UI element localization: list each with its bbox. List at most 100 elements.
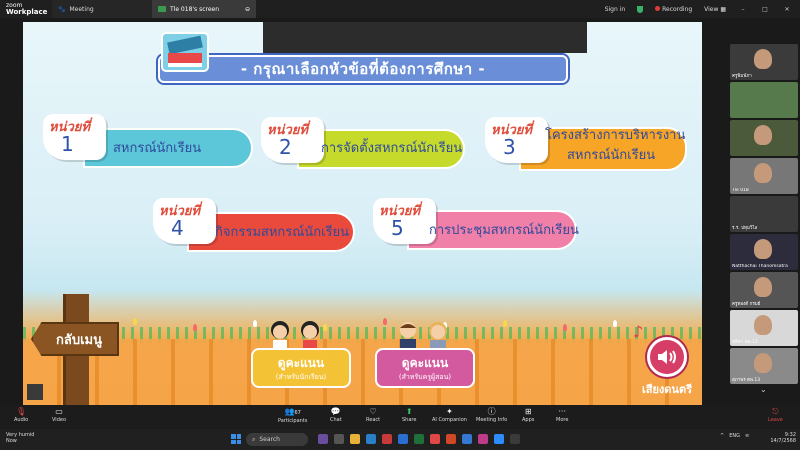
minimize-icon[interactable]: – <box>738 6 748 13</box>
excel-icon[interactable] <box>414 434 424 444</box>
fence-decoration <box>23 339 702 405</box>
file-explorer-icon[interactable] <box>350 434 360 444</box>
apps-icon: ⊞ <box>524 407 532 416</box>
tab-meeting[interactable]: 🐾 Meeting <box>52 0 152 18</box>
view-button[interactable]: View ▦ <box>704 6 726 13</box>
language-indicator[interactable]: ENG <box>729 433 740 439</box>
participant-tile[interactable] <box>730 82 798 118</box>
recording-indicator[interactable]: Recording <box>655 5 693 13</box>
zoom-logo-line2: Workplace <box>6 7 48 16</box>
unit-4-button[interactable]: หน่วยที่ 4 กิจกรรมสหกรณ์นักเรียน <box>153 198 358 254</box>
windows-start-icon[interactable] <box>231 434 241 444</box>
back-to-menu-button[interactable]: กลับเมนู <box>31 322 119 356</box>
zoom-icon[interactable] <box>494 434 504 444</box>
unit-1-button[interactable]: หน่วยที่ 1 สหกรณ์นักเรียน <box>43 114 253 168</box>
score-teacher-title: ดูคะแนน <box>401 356 449 370</box>
more-button[interactable]: ··· More <box>556 407 568 423</box>
back-to-menu-label: กลับเมนู <box>56 332 102 348</box>
unit-5-tag: หน่วยที่ 5 <box>373 198 436 244</box>
music-toggle-button[interactable] <box>647 337 687 377</box>
system-tray: ^ ENG ≋ <box>720 433 749 439</box>
apps-label: Apps <box>522 417 535 423</box>
unit-2-number: 2 <box>279 135 292 159</box>
leave-icon: ⎋ <box>772 407 779 416</box>
participant-video <box>754 277 772 297</box>
taskbar-clock[interactable]: 9:32 14/7/2568 <box>768 432 796 444</box>
react-button[interactable]: ♡ React <box>366 407 380 423</box>
unit-5-button[interactable]: หน่วยที่ 5 การประชุมสหกรณ์นักเรียน <box>373 198 579 254</box>
unit-3-number: 3 <box>503 135 516 159</box>
participants-icon: 👥67 <box>284 407 301 416</box>
unit-2-button[interactable]: หน่วยที่ 2 การจัดตั้งสหกรณ์นักเรียน <box>261 117 466 169</box>
participant-tile[interactable]: Tle 018 <box>730 158 798 194</box>
taskbar-app-icon[interactable] <box>478 434 488 444</box>
participant-tile[interactable] <box>730 120 798 156</box>
music-note-icon: ♪ <box>633 322 644 341</box>
search-icon: ⌕ <box>252 435 256 443</box>
participant-tile[interactable]: Natthachai Thanomsatra <box>730 234 798 270</box>
audio-label: Audio <box>14 417 29 423</box>
view-label: View <box>704 5 719 13</box>
view-score-teacher-button[interactable]: ดูคะแนน (สำหรับครูผู้สอน) <box>375 348 475 388</box>
share-icon: ⬆ <box>405 407 413 416</box>
participant-tile[interactable]: ครูทองดี กรมย์ <box>730 272 798 308</box>
audio-button[interactable]: 🎙 Audio <box>14 407 28 423</box>
close-icon[interactable]: ✕ <box>782 6 792 13</box>
participant-video <box>754 163 772 183</box>
slide-control-square[interactable] <box>27 384 43 400</box>
tab-options-icon[interactable]: ⊖ <box>245 6 250 13</box>
participant-name: ชลิดา ตพ.13 <box>732 340 758 345</box>
participants-label: Participants <box>278 418 308 424</box>
unit-3-button[interactable]: หน่วยที่ 3 โครงสร้างการบริหารงาน สหกรณ์น… <box>485 117 690 173</box>
security-shield-icon[interactable] <box>637 5 644 13</box>
taskbar-app-icon[interactable] <box>382 434 392 444</box>
wifi-icon[interactable]: ≋ <box>745 433 749 439</box>
meeting-info-button[interactable]: ⓘ Meeting Info <box>476 407 507 423</box>
video-button[interactable]: ▭ Video <box>52 407 66 423</box>
weather-widget[interactable]: Very humid Now <box>6 432 34 444</box>
unit-5-number: 5 <box>391 216 404 240</box>
unit-3-tag: หน่วยที่ 3 <box>485 117 548 163</box>
unit-2-tag: หน่วยที่ 2 <box>261 117 324 163</box>
view-score-student-button[interactable]: ดูคะแนน (สำหรับนักเรียน) <box>251 348 351 388</box>
tab-shared-screen[interactable]: Tle 018's screen ⊖ <box>152 0 256 18</box>
meeting-toolbar: 🎙 Audio ▭ Video 👥67 Participants 💬 Chat ♡ Rea… <box>0 405 800 428</box>
sign-in-link[interactable]: Sign in <box>605 6 625 13</box>
zoom-logo: zoom Workplace <box>0 2 52 16</box>
taskbar-app-icon[interactable] <box>462 434 472 444</box>
taskbar-app-icon[interactable] <box>318 434 328 444</box>
word-icon[interactable] <box>398 434 408 444</box>
music-label: เสียงดนตรี <box>641 383 692 396</box>
edge-icon[interactable] <box>366 434 376 444</box>
maximize-icon[interactable]: □ <box>760 6 770 13</box>
participant-gallery: ครูพิมพ์ภา Tle 018 ร.ร. ปทุมวิไล Natthac… <box>728 40 800 400</box>
score-teacher-subtitle: (สำหรับครูผู้สอน) <box>398 373 452 381</box>
taskbar-app-icon[interactable] <box>334 434 344 444</box>
apps-button[interactable]: ⊞ Apps <box>522 407 534 423</box>
gallery-scroll-down-icon[interactable]: ⌄ <box>760 385 774 395</box>
ai-companion-button[interactable]: ✦ AI Companion <box>432 407 467 423</box>
participant-video <box>754 353 772 373</box>
participant-tile[interactable]: ชลิดา ตพ.13 <box>730 310 798 346</box>
score-student-title: ดูคะแนน <box>277 356 325 370</box>
participant-name: ร.ร. ปทุมวิไล <box>732 226 758 231</box>
participant-tile[interactable]: สุภาพร ตพ.13 <box>730 348 798 384</box>
chat-button[interactable]: 💬 Chat <box>330 407 342 423</box>
leave-label: Leave <box>768 417 783 423</box>
powerpoint-icon[interactable] <box>446 434 456 444</box>
video-label: Video <box>52 417 67 423</box>
taskbar-search[interactable]: ⌕ Search <box>246 433 308 446</box>
book-icon <box>161 32 209 72</box>
participant-tile[interactable]: ครูพิมพ์ภา <box>730 44 798 80</box>
unit-3-title-line1: โครงสร้างการบริหารงาน <box>545 128 686 143</box>
tray-chevron-icon[interactable]: ^ <box>720 433 724 439</box>
participants-button[interactable]: 👥67 Participants <box>278 407 307 424</box>
unit-4-title: กิจกรรมสหกรณ์นักเรียน <box>215 225 349 240</box>
share-button[interactable]: ⬆ Share <box>402 407 416 423</box>
participant-tile[interactable]: ร.ร. ปทุมวิไล <box>730 196 798 232</box>
taskbar-app-icon[interactable] <box>510 434 520 444</box>
recording-label: Recording <box>662 5 693 13</box>
leave-button[interactable]: ⎋ Leave <box>768 407 783 423</box>
chrome-icon[interactable] <box>430 434 440 444</box>
score-student-subtitle: (สำหรับนักเรียน) <box>275 373 327 381</box>
